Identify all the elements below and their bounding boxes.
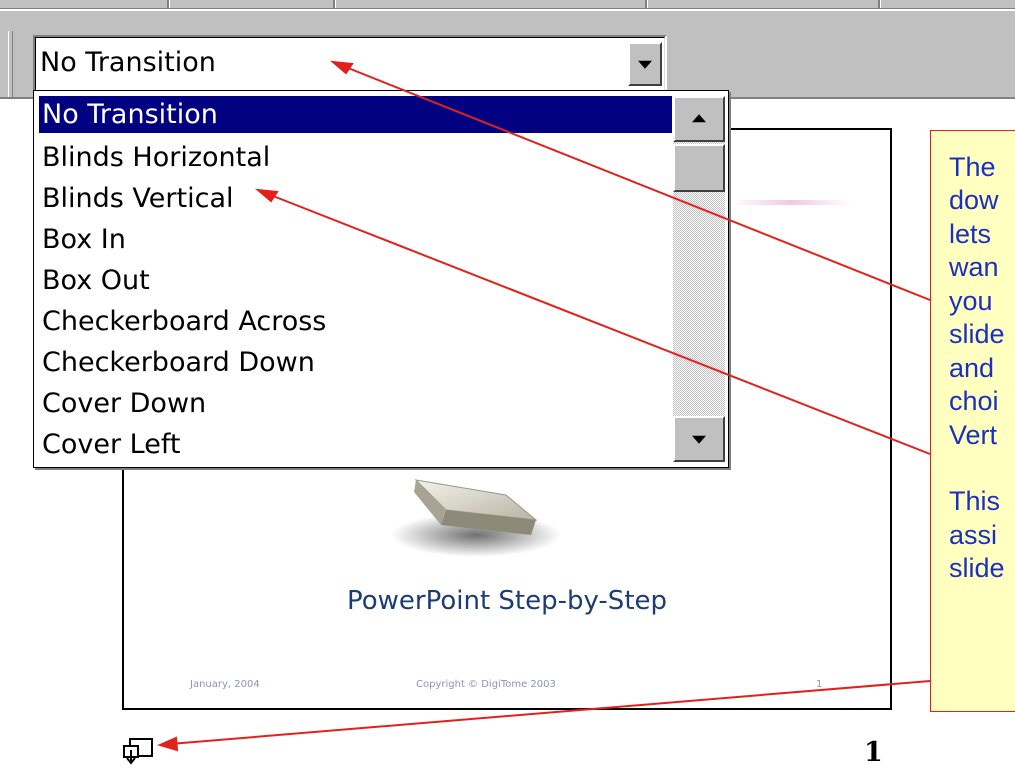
transition-options: No Transition Blinds Horizontal Blinds V…	[39, 96, 672, 465]
callout-line: The	[949, 152, 996, 182]
callout-line: choi	[949, 386, 999, 417]
dropdown-scrollbar[interactable]	[673, 96, 725, 462]
toolbar-separator	[167, 0, 170, 8]
slide-footer-date: January, 2004	[190, 679, 260, 690]
scroll-up-button[interactable]	[673, 96, 725, 142]
scroll-down-button[interactable]	[673, 416, 725, 462]
option-cover-left[interactable]: Cover Left	[39, 424, 672, 465]
scroll-down-icon	[692, 435, 706, 444]
slide-transition-icon[interactable]	[122, 736, 158, 766]
combo-selected-value: No Transition	[40, 47, 216, 78]
callout-line: slide	[949, 553, 1005, 584]
scroll-up-icon	[692, 114, 706, 123]
option-checkerboard-across[interactable]: Checkerboard Across	[39, 301, 672, 342]
callout-line: dow	[949, 185, 999, 216]
transition-dropdown-list[interactable]: No Transition Blinds Horizontal Blinds V…	[33, 90, 729, 468]
callout-line: wan	[949, 252, 999, 283]
callout-line: Vert	[949, 419, 998, 450]
toolbar-grip[interactable]	[8, 31, 13, 99]
callout-spacer	[949, 452, 1015, 485]
option-box-in[interactable]: Box In	[39, 219, 672, 260]
toolbar-separator	[645, 0, 648, 8]
callout-line: This	[949, 486, 1001, 517]
combo-frame: No Transition	[35, 37, 665, 93]
callout-line: slide	[949, 319, 1005, 350]
callout-line: lets	[949, 218, 992, 249]
slide-footer-copyright: Copyright © DigiTome 2003	[416, 679, 556, 690]
slide-number: 1	[864, 737, 883, 768]
scroll-thumb[interactable]	[673, 144, 725, 192]
window-top-strip	[0, 0, 1015, 9]
option-checkerboard-down[interactable]: Checkerboard Down	[39, 342, 672, 383]
option-blinds-horizontal[interactable]: Blinds Horizontal	[39, 137, 672, 178]
callout-note: The dow lets wan you slide and choi Vert…	[930, 130, 1015, 712]
callout-line: assi	[949, 519, 998, 550]
callout-line: you	[949, 285, 993, 316]
toolbar-separator	[878, 0, 881, 8]
callout-line: and	[949, 352, 995, 383]
option-cover-down[interactable]: Cover Down	[39, 383, 672, 424]
option-box-out[interactable]: Box Out	[39, 260, 672, 301]
slide-title: PowerPoint Step-by-Step	[346, 586, 668, 616]
option-no-transition[interactable]: No Transition	[39, 96, 672, 133]
slide-transition-effects-combo[interactable]: No Transition	[33, 35, 667, 95]
slide-footer-page: 1	[816, 679, 823, 690]
combo-dropdown-button[interactable]	[628, 42, 662, 86]
chevron-down-icon	[638, 60, 652, 69]
option-blinds-vertical[interactable]: Blinds Vertical	[39, 178, 672, 219]
toolbar-separator	[333, 0, 336, 8]
decorative-line	[731, 200, 851, 205]
